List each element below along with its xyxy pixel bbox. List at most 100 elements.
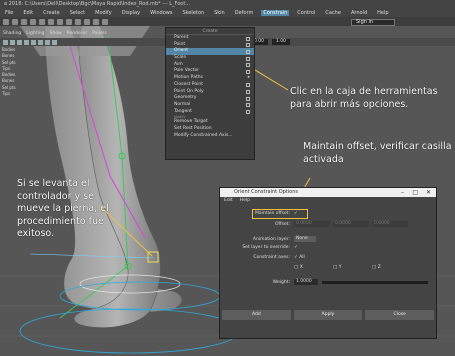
close-button[interactable]: Close [365, 310, 435, 320]
offset-y-field[interactable]: 0.0000 [333, 221, 369, 227]
paint-tool-icon[interactable] [66, 19, 72, 25]
axis-all-checkbox[interactable]: ✓ All [294, 255, 305, 260]
option-box-icon[interactable] [246, 43, 250, 48]
option-box-icon[interactable] [246, 96, 250, 101]
camera-icon[interactable] [3, 39, 8, 45]
dialog-menu-edit[interactable]: Edit [224, 197, 233, 204]
menu-constrain[interactable]: Constrain [261, 9, 290, 16]
menu-skeleton[interactable]: Skeleton [180, 10, 206, 16]
option-box-icon[interactable] [246, 90, 250, 94]
xray-icon[interactable] [45, 39, 50, 45]
constrain-item-normal[interactable]: Normal [166, 102, 254, 109]
option-box-icon[interactable] [246, 69, 250, 74]
set-layer-checkbox[interactable]: ✓ [294, 245, 298, 250]
weight-slider[interactable] [322, 281, 428, 284]
weight-field[interactable]: 1.0000 [294, 279, 318, 285]
menu-display[interactable]: Display [120, 10, 142, 16]
option-box-icon[interactable] [246, 110, 250, 115]
option-box-icon[interactable] [246, 49, 250, 54]
axis-y-label: Y [338, 265, 342, 270]
animation-layer-label: Animation layer: [252, 237, 290, 242]
constrain-item-parent[interactable]: Parent [166, 35, 254, 42]
menu-control[interactable]: Control [295, 10, 317, 16]
orient-constraint-options-dialog: Orient Constraint Options – □ ✕ Edit Hel… [219, 187, 437, 339]
open-scene-icon[interactable] [12, 19, 18, 25]
constrain-item-tangent[interactable]: Tangent [166, 109, 254, 116]
weight-label: Weight: [272, 280, 290, 285]
isolate-icon[interactable] [52, 39, 57, 45]
channel-list-item[interactable]: Tips [2, 91, 42, 97]
render-icon[interactable] [102, 19, 108, 25]
window-title: a 2018: C:\Users\Dell\Desktop\Bgc\Maya R… [0, 0, 455, 8]
menu-create[interactable]: Create [41, 10, 62, 16]
lights-icon[interactable] [31, 39, 36, 45]
add-button[interactable]: Add [222, 310, 291, 320]
menu-help[interactable]: Help [375, 10, 390, 16]
axis-x-checkbox[interactable]: □ X [294, 265, 303, 270]
viewport-menu-shading[interactable]: Shading [3, 31, 21, 38]
viewport-menu-show[interactable]: Show [49, 31, 61, 38]
viewport-menu-panels[interactable]: Panels [92, 31, 106, 38]
constrain-item-closest-point[interactable]: Closest Point [166, 82, 254, 89]
constrain-item-geometry[interactable]: Geometry [166, 95, 254, 102]
option-box-icon[interactable] [246, 63, 250, 68]
menu-select[interactable]: Select [68, 10, 87, 16]
viewport-menu-renderer[interactable]: Renderer [67, 31, 88, 38]
main-menubar: File Edit Create Select Modify Display Windows… [0, 8, 455, 17]
gamma-field[interactable]: 1.00 [272, 39, 290, 45]
undo-icon[interactable] [30, 19, 36, 25]
redo-icon[interactable] [39, 19, 45, 25]
dialog-menu-help[interactable]: Help [240, 197, 250, 204]
dialog-body: Maintain offset: ✓ Offset: 0.0000 0.0000… [220, 204, 436, 322]
constrain-item-label: Aim [174, 61, 183, 67]
maintain-offset-checkbox[interactable]: ✓ [294, 211, 298, 216]
menu-cache[interactable]: Cache [323, 10, 343, 16]
option-box-icon[interactable] [246, 56, 250, 61]
new-scene-icon[interactable] [3, 19, 9, 25]
constrain-item-scale[interactable]: Scale [166, 55, 254, 62]
constrain-item-motion-paths[interactable]: Motion Paths ▸ [166, 75, 254, 82]
maximize-icon[interactable]: □ [412, 188, 418, 197]
minimize-icon[interactable]: – [401, 188, 404, 197]
constrain-item-label: Pole Vector [174, 68, 200, 74]
option-box-icon[interactable] [246, 83, 250, 88]
viewport-menu-lighting[interactable]: Lighting [26, 31, 44, 38]
textured-icon[interactable] [24, 39, 29, 45]
snap-point-icon[interactable] [93, 19, 99, 25]
option-box-icon[interactable] [246, 36, 250, 41]
constrain-item-label: Closest Point [174, 81, 203, 87]
option-box-icon[interactable] [246, 103, 250, 108]
smooth-shade-icon[interactable] [17, 39, 22, 45]
constrain-item-set-rest-position[interactable]: Set Rest Position [166, 126, 254, 133]
dialog-menubar: Edit Help [220, 197, 436, 204]
lasso-tool-icon[interactable] [57, 19, 63, 25]
channel-list: Bodies Bones Sel pts Tips Bodies Bones Sel pts… [2, 47, 42, 97]
menu-arnold[interactable]: Arnold [349, 10, 369, 16]
shadows-icon[interactable] [38, 39, 43, 45]
menu-edit[interactable]: Edit [21, 10, 35, 16]
menu-windows[interactable]: Windows [148, 10, 174, 16]
constrain-item-remove-target[interactable]: Remove Target [166, 119, 254, 126]
menu-skin[interactable]: Skin [212, 10, 227, 16]
offset-x-field[interactable]: 0.0000 [294, 221, 330, 227]
dialog-titlebar[interactable]: Orient Constraint Options – □ ✕ [220, 188, 436, 197]
tooltip-annotation: Clic en la caja de herramientas para abr… [290, 86, 438, 110]
animation-layer-select[interactable]: None [294, 236, 316, 242]
snap-grid-icon[interactable] [75, 19, 81, 25]
axis-y-checkbox[interactable]: □ Y [333, 265, 341, 270]
save-scene-icon[interactable] [21, 19, 27, 25]
axis-z-checkbox[interactable]: □ Z [372, 265, 381, 270]
wireframe-icon[interactable] [10, 39, 15, 45]
close-icon[interactable]: ✕ [426, 188, 431, 197]
dialog-title: Orient Constraint Options [234, 189, 298, 195]
offset-z-field[interactable]: 0.0000 [372, 221, 408, 227]
sign-in-button[interactable]: Sign in [351, 19, 395, 26]
menu-file[interactable]: File [3, 10, 15, 16]
constrain-item-modify-constrained-axis-[interactable]: Modify Constrained Axis... [166, 133, 254, 140]
menu-modify[interactable]: Modify [93, 10, 114, 16]
apply-button[interactable]: Apply [293, 310, 363, 320]
menu-deform[interactable]: Deform [233, 10, 256, 16]
constrain-item-label: Scale [174, 55, 187, 61]
snap-curve-icon[interactable] [84, 19, 90, 25]
select-tool-icon[interactable] [48, 19, 54, 25]
